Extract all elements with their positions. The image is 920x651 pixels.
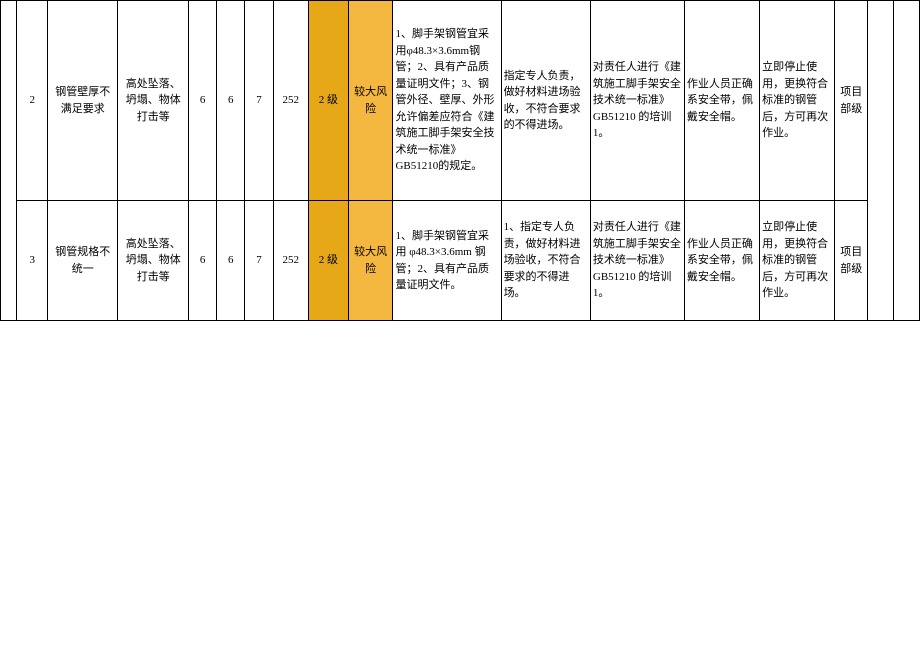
cell-manage: 1、指定专人负责，做好材料进场验收，不符合要求的不得进场。 (501, 201, 590, 321)
cell-tail1 (868, 1, 894, 321)
cell-no: 3 (17, 201, 48, 321)
cell-risk: 较大风险 (348, 1, 393, 201)
cell-train: 对责任人进行《建筑施工脚手架安全技术统一标准》GB51210 的培训 1。 (590, 201, 684, 321)
cell-score: 252 (273, 1, 308, 201)
cell-hazard: 高处坠落、坍塌、物体打击等 (118, 1, 189, 201)
cell-emerg: 立即停止使用，更换符合标准的钢管后，方可再次作业。 (760, 1, 835, 201)
cell-manage: 指定专人负责，做好材料进场验收，不符合要求的不得进场。 (501, 1, 590, 201)
cell-cat (1, 1, 17, 321)
cell-risk: 较大风险 (348, 201, 393, 321)
cell-no: 2 (17, 1, 48, 201)
table-row: 2 钢管壁厚不满足要求 高处坠落、坍塌、物体打击等 6 6 7 252 2 级 … (1, 1, 920, 201)
cell-s1: 6 (188, 1, 216, 201)
cell-item: 钢管壁厚不满足要求 (47, 1, 118, 201)
cell-level: 2 级 (308, 1, 348, 201)
cell-s3: 7 (245, 1, 273, 201)
cell-emerg: 立即停止使用，更换符合标准的钢管后，方可再次作业。 (760, 201, 835, 321)
cell-item: 钢管规格不统一 (47, 201, 118, 321)
cell-ppe: 作业人员正确系安全带，佩戴安全帽。 (684, 201, 759, 321)
cell-s2: 6 (217, 1, 245, 201)
table-row: 3 钢管规格不统一 高处坠落、坍塌、物体打击等 6 6 7 252 2 级 较大… (1, 201, 920, 321)
cell-s2: 6 (217, 201, 245, 321)
cell-hazard: 高处坠落、坍塌、物体打击等 (118, 201, 189, 321)
cell-measure: 1、脚手架钢管宜采用 φ48.3×3.6mm 钢管；2、具有产品质量证明文件。 (393, 201, 501, 321)
risk-table: 2 钢管壁厚不满足要求 高处坠落、坍塌、物体打击等 6 6 7 252 2 级 … (0, 0, 920, 321)
cell-score: 252 (273, 201, 308, 321)
cell-resp: 项目部级 (835, 201, 868, 321)
cell-measure: 1、脚手架钢管宜采用φ48.3×3.6mm钢管；2、具有产品质量证明文件；3、钢… (393, 1, 501, 201)
cell-train: 对责任人进行《建筑施工脚手架安全技术统一标准》GB51210 的培训 1。 (590, 1, 684, 201)
cell-s3: 7 (245, 201, 273, 321)
cell-level: 2 级 (308, 201, 348, 321)
cell-tail2 (894, 1, 920, 321)
cell-ppe: 作业人员正确系安全带，佩戴安全帽。 (684, 1, 759, 201)
cell-s1: 6 (188, 201, 216, 321)
cell-resp: 项目部级 (835, 1, 868, 201)
